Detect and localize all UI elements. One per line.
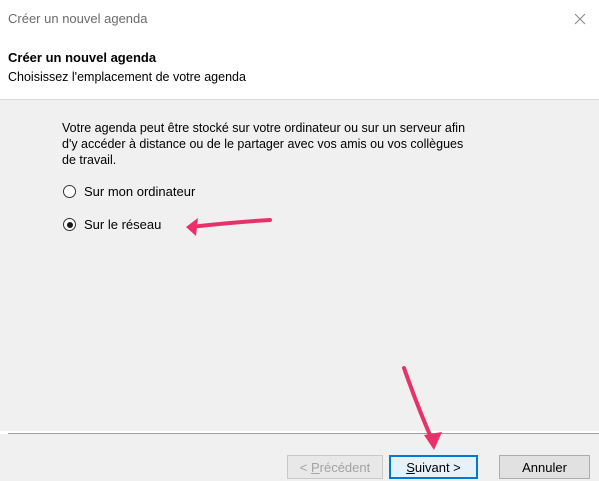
wizard-header: Créer un nouvel agenda Choisissez l'empl… [0,40,599,102]
radio-label-network: Sur le réseau [84,217,162,232]
page-title: Créer un nouvel agenda [8,50,157,65]
description-line: d'y accéder à distance ou de le partager… [62,137,464,151]
description-text: Votre agenda peut être stocké sur votre … [62,120,562,168]
radio-option-local[interactable]: Sur mon ordinateur [63,184,195,199]
radio-button-local[interactable] [63,185,76,198]
title-bar: Créer un nouvel agenda [0,0,599,40]
description-line: Votre agenda peut être stocké sur votre … [62,121,466,135]
previous-accel: P [310,459,320,475]
radio-option-network[interactable]: Sur le réseau [63,217,161,232]
previous-rest: récédent [319,459,371,475]
close-icon [574,13,586,25]
radio-button-network[interactable] [63,218,76,231]
next-button[interactable]: Suivant > [389,455,478,479]
next-rest: uivant > [414,459,461,475]
radio-label-local: Sur mon ordinateur [84,184,196,199]
page-subtitle: Choisissez l'emplacement de votre agenda [8,70,246,84]
cancel-button[interactable]: Annuler [499,455,590,479]
description-line: de travail. [62,153,117,167]
window-title: Créer un nouvel agenda [8,11,148,26]
next-accel: S [406,459,415,475]
previous-button[interactable]: < Précédent [287,455,383,479]
wizard-footer: < Précédent Suivant > Annuler [0,434,599,481]
wizard-content: Votre agenda peut être stocké sur votre … [0,100,599,431]
previous-prefix: < [299,459,311,475]
close-button[interactable] [567,6,593,32]
